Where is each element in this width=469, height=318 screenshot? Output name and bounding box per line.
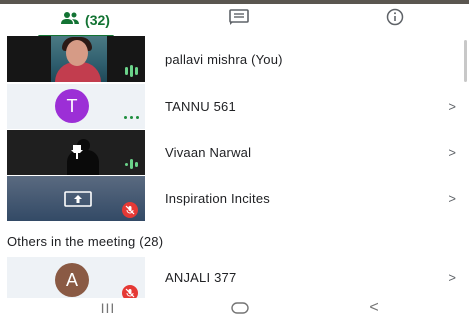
participant-row[interactable]: A ANJALI 377 > bbox=[0, 257, 469, 298]
chevron-right-icon[interactable]: > bbox=[448, 130, 456, 175]
people-count: (32) bbox=[85, 11, 110, 28]
avatar: A bbox=[55, 263, 89, 297]
participant-name: Vivaan Narwal bbox=[165, 145, 252, 160]
people-icon bbox=[60, 11, 80, 28]
participant-row[interactable]: T TANNU 561 > bbox=[0, 84, 469, 129]
back-button[interactable]: < bbox=[364, 298, 384, 318]
present-screen-icon bbox=[64, 191, 92, 207]
self-video bbox=[51, 36, 107, 82]
chevron-right-icon[interactable]: > bbox=[448, 84, 456, 129]
pin-icon bbox=[69, 144, 85, 165]
chat-icon bbox=[228, 9, 250, 30]
system-navbar: III < bbox=[0, 298, 469, 318]
speaking-wave-icon bbox=[125, 65, 138, 77]
participant-name: ANJALI 377 bbox=[165, 270, 237, 285]
home-button[interactable] bbox=[230, 298, 250, 318]
participant-row-self[interactable]: pallavi mishra (You) bbox=[0, 36, 469, 82]
participants-tabbar: (32) bbox=[0, 4, 469, 38]
avatar-tile: A bbox=[7, 257, 145, 298]
mic-off-icon bbox=[122, 285, 138, 298]
participant-name: TANNU 561 bbox=[165, 99, 236, 114]
recents-button[interactable]: III bbox=[98, 298, 118, 318]
others-section-heading: Others in the meeting (28) bbox=[7, 234, 164, 249]
chevron-right-icon[interactable]: > bbox=[448, 257, 456, 298]
avatar: T bbox=[55, 89, 89, 123]
participant-name: Inspiration Incites bbox=[165, 191, 270, 206]
avatar-tile: T bbox=[7, 84, 145, 129]
participant-row[interactable]: Inspiration Incites > bbox=[0, 176, 469, 221]
info-icon bbox=[386, 8, 404, 31]
mic-off-icon bbox=[122, 202, 138, 218]
participant-name: pallavi mishra (You) bbox=[165, 51, 283, 67]
video-tile bbox=[7, 130, 145, 175]
tab-people[interactable]: (32) bbox=[46, 4, 124, 35]
speaking-wave-icon bbox=[125, 159, 138, 169]
audio-dots-icon bbox=[124, 116, 139, 119]
tab-chat[interactable] bbox=[222, 4, 256, 35]
chevron-right-icon[interactable]: > bbox=[448, 176, 456, 221]
participant-row[interactable]: Vivaan Narwal > bbox=[0, 130, 469, 175]
presenting-tile bbox=[7, 176, 145, 221]
video-tile bbox=[7, 36, 145, 82]
tab-info[interactable] bbox=[380, 4, 410, 35]
